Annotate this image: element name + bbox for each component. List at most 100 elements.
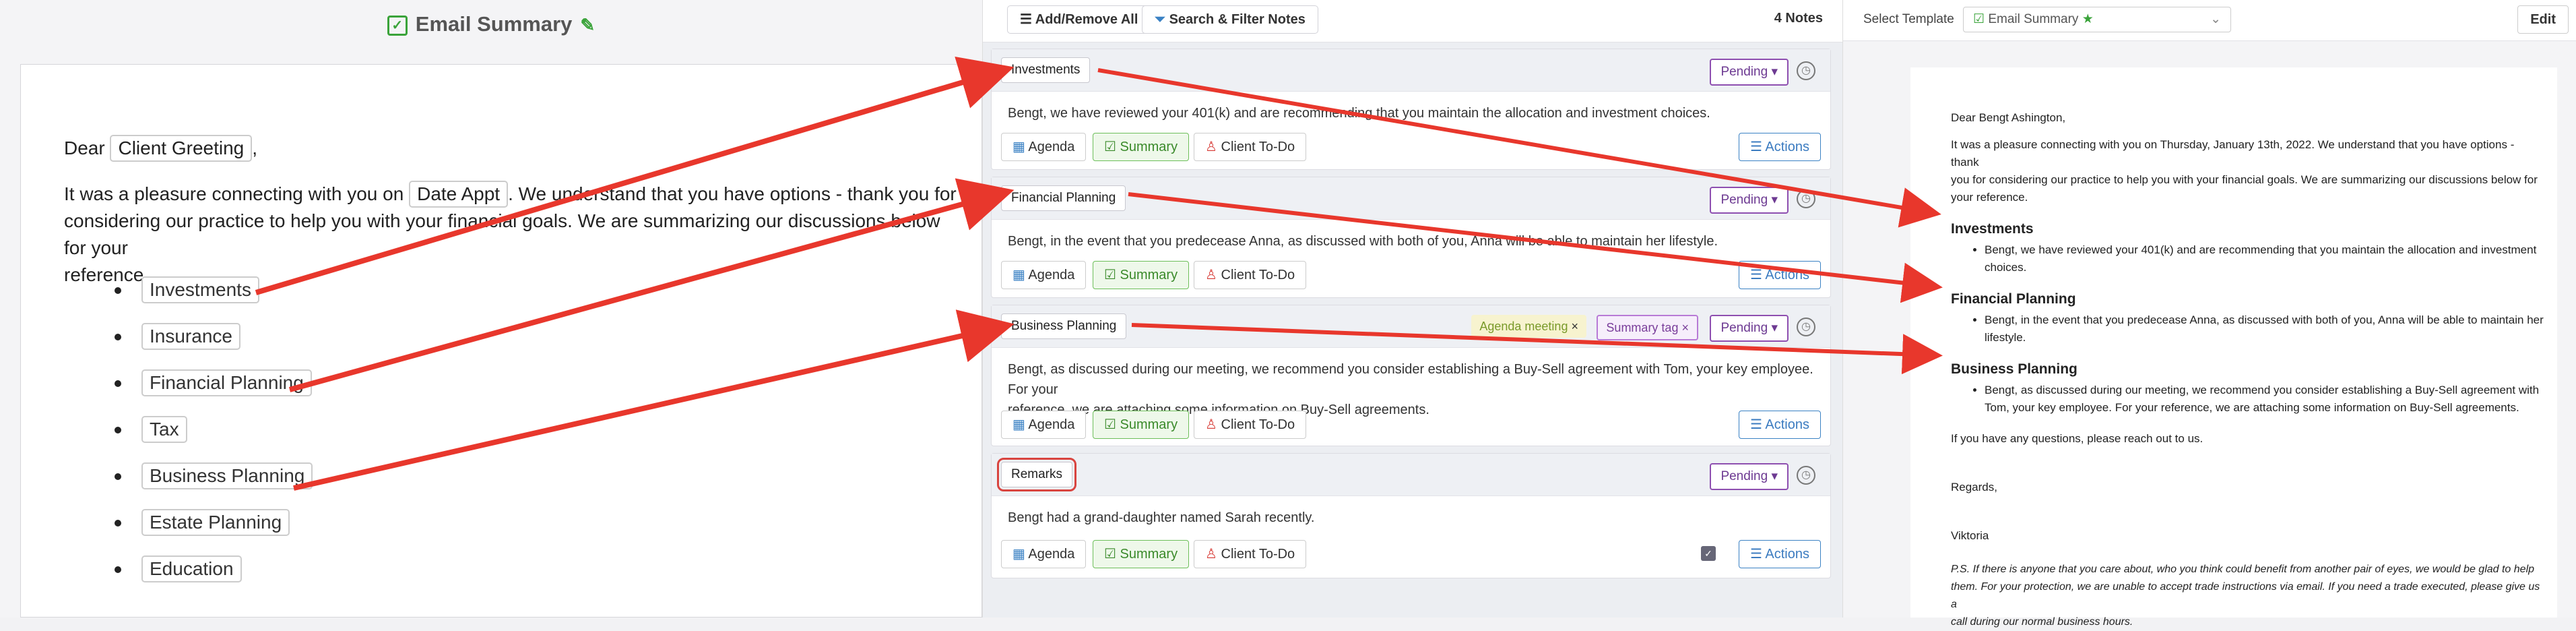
agenda-button[interactable]: ▦ Agenda bbox=[1001, 261, 1087, 289]
note-card-investments: Investments Pending ▾ ◷ Bengt, we have r… bbox=[991, 49, 1831, 170]
clock-icon[interactable]: ◷ bbox=[1797, 61, 1815, 80]
notes-count: 4 Notes bbox=[1774, 11, 1823, 26]
actions-button[interactable]: ☰ Actions bbox=[1739, 411, 1821, 439]
agenda-button[interactable]: ▦ Agenda bbox=[1001, 133, 1087, 161]
intro-line2: considering our practice to help you wit… bbox=[64, 210, 940, 258]
status-dropdown[interactable]: Pending ▾ bbox=[1710, 59, 1789, 86]
section-chip-insurance[interactable]: Insurance bbox=[141, 323, 240, 350]
list-icon: ☰ bbox=[1750, 417, 1762, 432]
date-appt-chip[interactable]: Date Appt bbox=[409, 181, 509, 208]
summary-button[interactable]: ☑ Summary bbox=[1093, 540, 1190, 568]
email-preview-content: Dear Bengt Ashington, It was a pleasure … bbox=[1951, 109, 2544, 631]
list-item: Insurance bbox=[88, 323, 313, 369]
note-card-financial-planning: Financial Planning Pending ▾ ◷ Bengt, in… bbox=[991, 177, 1831, 298]
select-checkbox[interactable]: ✓ bbox=[1701, 546, 1716, 561]
agenda-label: Agenda bbox=[1028, 547, 1075, 562]
close-icon[interactable]: × bbox=[1571, 320, 1578, 333]
check-icon: ☑ bbox=[1104, 547, 1116, 562]
list-item: Bengt, we have reviewed your 401(k) and … bbox=[1985, 241, 2544, 276]
status-dropdown[interactable]: Pending ▾ bbox=[1710, 315, 1789, 342]
checkbox-icon: ✓ bbox=[387, 15, 408, 36]
note-title[interactable]: Investments bbox=[1001, 57, 1091, 83]
actions-label: Actions bbox=[1765, 417, 1809, 432]
actions-label: Actions bbox=[1765, 268, 1809, 282]
edit-button[interactable]: Edit bbox=[2517, 5, 2569, 34]
section-chip-business-planning[interactable]: Business Planning bbox=[141, 462, 313, 489]
preview-section-heading: Financial Planning bbox=[1951, 291, 2076, 307]
agenda-label: Agenda bbox=[1028, 417, 1075, 432]
agenda-button[interactable]: ▦ Agenda bbox=[1001, 540, 1087, 568]
clock-icon[interactable]: ◷ bbox=[1797, 189, 1815, 208]
person-icon: ♙ bbox=[1205, 140, 1217, 154]
preview-intro: It was a pleasure connecting with you on… bbox=[1951, 136, 2544, 206]
note-title[interactable]: Financial Planning bbox=[1001, 185, 1126, 211]
client-todo-button[interactable]: ♙ Client To-Do bbox=[1194, 133, 1307, 161]
client-todo-label: Client To-Do bbox=[1221, 547, 1295, 562]
summary-label: Summary bbox=[1120, 417, 1178, 432]
clock-icon[interactable]: ◷ bbox=[1797, 318, 1815, 336]
agenda-button[interactable]: ▦ Agenda bbox=[1001, 411, 1087, 439]
note-title[interactable]: Business Planning bbox=[1001, 313, 1127, 339]
caret-down-icon: ▾ bbox=[1771, 193, 1778, 207]
client-todo-button[interactable]: ♙ Client To-Do bbox=[1194, 411, 1307, 439]
intro-prefix: It was a pleasure connecting with you on bbox=[64, 183, 404, 204]
tag-summary-tag[interactable]: Summary tag × bbox=[1597, 315, 1698, 340]
section-chip-estate-planning[interactable]: Estate Planning bbox=[141, 509, 290, 536]
actions-button[interactable]: ☰ Actions bbox=[1739, 540, 1821, 568]
note-body-line1: Bengt, as discussed during our meeting, … bbox=[1008, 362, 1813, 397]
edit-pencil-icon[interactable]: ✎ bbox=[580, 15, 595, 35]
list-icon: ☰ bbox=[1750, 547, 1762, 562]
check-icon: ☑ bbox=[1104, 140, 1116, 154]
template-selected-value: Email Summary bbox=[1988, 12, 2079, 26]
summary-button[interactable]: ☑ Summary bbox=[1093, 411, 1190, 439]
greeting-suffix: , bbox=[252, 138, 258, 158]
menu-icon: ☰ bbox=[1020, 12, 1032, 27]
filter-icon: ⏷ bbox=[1155, 12, 1165, 27]
tag-agenda-meeting[interactable]: Agenda meeting × bbox=[1471, 315, 1586, 338]
note-body: Bengt, in the event that you predecease … bbox=[1008, 234, 1718, 249]
check-icon: ☑ bbox=[1104, 417, 1116, 432]
preview-section-heading: Business Planning bbox=[1951, 361, 2078, 377]
preview-intro-line2: you for considering our practice to help… bbox=[1951, 173, 2538, 186]
add-remove-label: Add/Remove All bbox=[1035, 12, 1138, 27]
section-chip-tax[interactable]: Tax bbox=[141, 416, 187, 443]
client-greeting-chip[interactable]: Client Greeting bbox=[110, 135, 253, 162]
client-todo-button[interactable]: ♙ Client To-Do bbox=[1194, 261, 1307, 289]
person-icon: ♙ bbox=[1205, 268, 1217, 282]
list-item: Bengt, as discussed during our meeting, … bbox=[1985, 382, 2544, 417]
section-chip-investments[interactable]: Investments bbox=[141, 276, 259, 303]
caret-down-icon: ▾ bbox=[1771, 469, 1778, 483]
list-item: Tax bbox=[88, 416, 313, 462]
agenda-label: Agenda bbox=[1028, 140, 1075, 154]
preview-ps-line2: them. For your protection, we are unable… bbox=[1951, 581, 2540, 610]
summary-label: Summary bbox=[1120, 268, 1178, 282]
preview-ps-line3: call during our normal business hours. bbox=[1951, 616, 2133, 628]
actions-label: Actions bbox=[1765, 547, 1809, 562]
section-chip-financial-planning[interactable]: Financial Planning bbox=[141, 369, 312, 396]
actions-button[interactable]: ☰ Actions bbox=[1739, 261, 1821, 289]
status-dropdown[interactable]: Pending ▾ bbox=[1710, 463, 1789, 490]
summary-label: Summary bbox=[1120, 140, 1178, 154]
star-icon[interactable]: ★ bbox=[2082, 12, 2094, 26]
preview-section-line1: Bengt, we have reviewed your 401(k) and … bbox=[1985, 243, 2537, 256]
summary-button[interactable]: ☑ Summary bbox=[1093, 261, 1190, 289]
section-chip-education[interactable]: Education bbox=[141, 555, 242, 582]
preview-section-line2: choices. bbox=[1985, 261, 2027, 274]
clock-icon[interactable]: ◷ bbox=[1797, 466, 1815, 485]
actions-button[interactable]: ☰ Actions bbox=[1739, 133, 1821, 161]
preview-greeting: Dear Bengt Ashington, bbox=[1951, 111, 2066, 124]
note-card-remarks: Remarks Pending ▾ ◷ Bengt had a grand-da… bbox=[991, 453, 1831, 578]
note-title[interactable]: Remarks bbox=[996, 458, 1077, 491]
summary-button[interactable]: ☑ Summary bbox=[1093, 133, 1190, 161]
template-select[interactable]: ☑ Email Summary ★ ⌄ bbox=[1963, 7, 2231, 32]
email-preview-document: Dear Bengt Ashington, It was a pleasure … bbox=[1910, 67, 2557, 628]
client-todo-button[interactable]: ♙ Client To-Do bbox=[1194, 540, 1307, 568]
status-dropdown[interactable]: Pending ▾ bbox=[1710, 187, 1789, 214]
client-todo-label: Client To-Do bbox=[1221, 140, 1295, 154]
search-filter-button[interactable]: ⏷ Search & Filter Notes bbox=[1142, 5, 1318, 34]
add-remove-all-button[interactable]: ☰ Add/Remove All bbox=[1007, 5, 1151, 34]
preview-section-line2: Tom, your key employee. For your referen… bbox=[1985, 401, 2519, 414]
preview-ps-line1: P.S. If there is anyone that you care ab… bbox=[1951, 564, 2535, 575]
close-icon[interactable]: × bbox=[1681, 321, 1689, 334]
preview-regards: Regards, bbox=[1951, 481, 1997, 493]
